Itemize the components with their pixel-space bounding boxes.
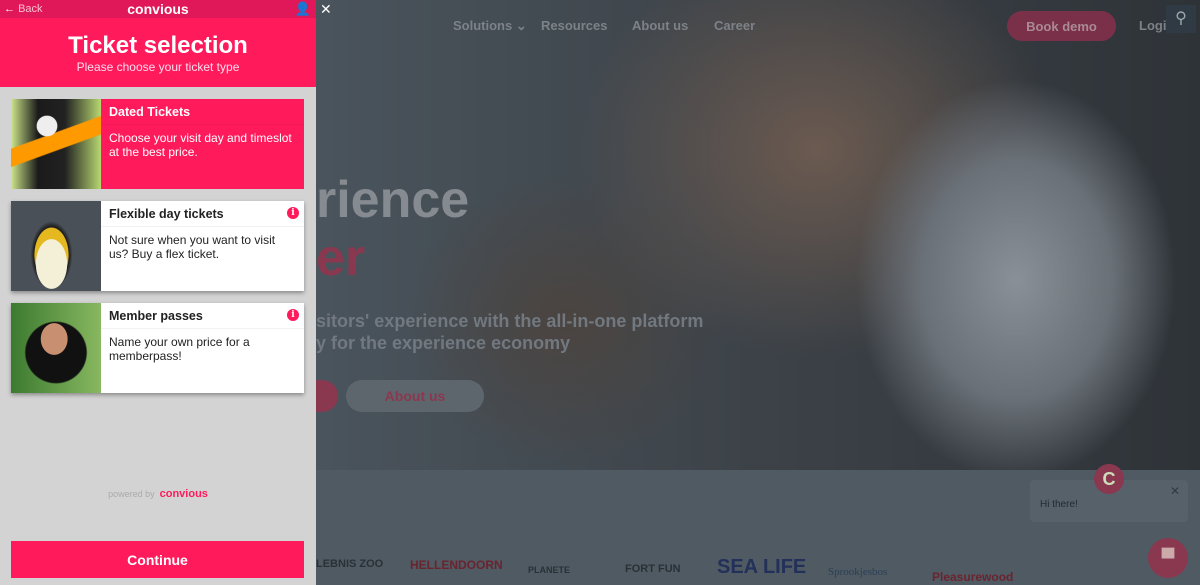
ticket-title: Member passes xyxy=(101,303,304,329)
page-subtitle: Please choose your ticket type xyxy=(76,60,240,74)
info-icon[interactable]: i xyxy=(287,207,299,219)
book-demo-button[interactable]: Book demo xyxy=(1007,11,1116,41)
ticket-title: Dated Tickets xyxy=(101,99,304,125)
ticket-description: Not sure when you want to visit us? Buy … xyxy=(109,233,276,261)
chat-avatar: C xyxy=(1094,464,1124,494)
close-overlay-button[interactable]: ✕ xyxy=(320,1,332,18)
hero-title: rience xyxy=(316,171,470,229)
chat-bubble-icon: ▀ xyxy=(1161,548,1175,568)
hero-text: sitors' experience with the all-in-one p… xyxy=(316,310,703,354)
brand-logo: convious xyxy=(127,1,189,17)
continue-button[interactable]: Continue xyxy=(11,541,304,578)
top-bar: ← Back convious 👤 xyxy=(0,0,316,18)
toucan-image xyxy=(11,99,101,189)
hero-title-accent: er xyxy=(316,229,366,287)
ticket-title: Flexible day tickets xyxy=(101,201,304,227)
logo: PLANETE xyxy=(528,565,571,575)
nav-about[interactable]: About us xyxy=(632,18,688,33)
logo: HELLENDOORN xyxy=(410,558,503,572)
hero-text-line: y for the experience economy xyxy=(316,333,571,353)
ticket-option-member[interactable]: Member passes Name your own price for a m… xyxy=(11,303,304,393)
logo: Sprookjesbos xyxy=(828,566,888,578)
ticket-option-dated[interactable]: Dated Tickets Choose your visit day and t… xyxy=(11,99,304,189)
close-icon: ✕ xyxy=(320,1,332,17)
chevron-down-icon: ⌄ xyxy=(515,18,527,33)
penguin-image xyxy=(11,201,101,291)
nav-career[interactable]: Career xyxy=(714,18,755,33)
logo: LEBNIS ZOO xyxy=(316,558,384,570)
powered-by-brand: convious xyxy=(159,488,208,500)
hero-text-line: sitors' experience with the all-in-one p… xyxy=(316,311,704,331)
about-us-button[interactable]: About us xyxy=(346,380,484,412)
powered-by: powered by convious xyxy=(0,488,316,500)
ticket-option-flexible[interactable]: Flexible day tickets Not sure when you wa… xyxy=(11,201,304,291)
chimpanzee-image xyxy=(11,303,101,393)
logo: FORT FUN xyxy=(625,563,681,575)
logo: Pleasurewood xyxy=(932,570,1014,584)
page-title: Ticket selection xyxy=(68,32,248,59)
logo: SEA LIFE xyxy=(717,556,807,578)
info-icon[interactable]: i xyxy=(287,309,299,321)
panel-header: Ticket selection Please choose your tick… xyxy=(0,18,316,87)
chat-launcher-button[interactable]: ▀ xyxy=(1148,538,1188,578)
ticket-panel: ← Back convious 👤 Ticket selection Pleas… xyxy=(0,0,316,585)
user-icon[interactable]: 👤 xyxy=(295,1,311,17)
login-link[interactable]: Logi xyxy=(1139,18,1166,33)
chat-message: Hi there! xyxy=(1040,499,1078,510)
ticket-description: Choose your visit day and timeslot at th… xyxy=(109,131,292,159)
ticket-description: Name your own price for a memberpass! xyxy=(109,335,250,363)
hubspot-icon[interactable]: ⚲ xyxy=(1166,5,1196,33)
nav-label: Solutions xyxy=(453,18,513,33)
nav-solutions[interactable]: Solutions ⌄ xyxy=(453,18,527,34)
close-icon[interactable]: ✕ xyxy=(1170,484,1180,498)
powered-by-label: powered by xyxy=(108,489,155,499)
nav-resources[interactable]: Resources xyxy=(541,18,607,33)
